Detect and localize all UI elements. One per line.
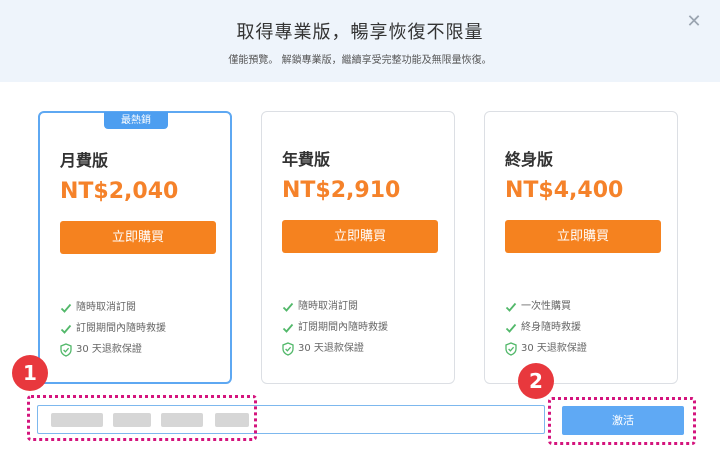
plan-card-yearly: 年費版 NT$2,910 立即購買 隨時取消訂閱 訂閱期間內隨時救援 30 天退… bbox=[261, 111, 455, 384]
feature-item: 訂閱期間內隨時救援 bbox=[282, 321, 388, 342]
plan-price: NT$2,910 bbox=[282, 178, 401, 203]
feature-label: 隨時取消訂閱 bbox=[76, 302, 136, 313]
feature-item: 30 天退款保證 bbox=[60, 343, 166, 364]
plan-name: 終身版 bbox=[505, 150, 554, 169]
step-marker-1: 1 bbox=[12, 355, 48, 391]
feature-label: 訂閱期間內隨時救援 bbox=[298, 322, 388, 333]
shield-check-icon bbox=[505, 342, 517, 356]
feature-label: 隨時取消訂閱 bbox=[298, 301, 358, 312]
feature-label: 30 天退款保證 bbox=[521, 343, 587, 354]
check-icon bbox=[505, 323, 517, 333]
feature-item: 30 天退款保證 bbox=[505, 342, 587, 363]
feature-item: 30 天退款保證 bbox=[282, 342, 388, 363]
dialog-title: 取得專業版，暢享恢復不限量 bbox=[236, 22, 484, 43]
feature-list: 隨時取消訂閱 訂閱期間內隨時救援 30 天退款保證 bbox=[60, 301, 166, 364]
feature-item: 隨時取消訂閱 bbox=[60, 301, 166, 322]
dialog-header: 取得專業版，暢享恢復不限量 僅能預覽。 解鎖專業版，繼續享受完整功能及無限量恢復… bbox=[0, 0, 720, 82]
check-icon bbox=[282, 323, 294, 333]
plan-name: 月費版 bbox=[60, 151, 109, 170]
activate-button[interactable]: 激活 bbox=[562, 406, 684, 435]
feature-label: 30 天退款保證 bbox=[76, 344, 142, 355]
shield-check-icon bbox=[282, 342, 294, 356]
check-icon bbox=[282, 302, 294, 312]
license-key-input[interactable] bbox=[37, 405, 545, 434]
check-icon bbox=[505, 302, 517, 312]
step-marker-2: 2 bbox=[518, 363, 554, 399]
feature-list: 隨時取消訂閱 訂閱期間內隨時救援 30 天退款保證 bbox=[282, 300, 388, 363]
feature-item: 一次性購買 bbox=[505, 300, 587, 321]
buy-now-button[interactable]: 立即購買 bbox=[282, 220, 438, 253]
feature-item: 訂閱期間內隨時救援 bbox=[60, 322, 166, 343]
feature-list: 一次性購買 終身隨時救援 30 天退款保證 bbox=[505, 300, 587, 363]
feature-label: 終身隨時救援 bbox=[521, 322, 581, 333]
check-icon bbox=[60, 324, 72, 334]
dialog-subtitle: 僅能預覽。 解鎖專業版，繼續享受完整功能及無限量恢復。 bbox=[228, 55, 492, 66]
plan-name: 年費版 bbox=[282, 150, 331, 169]
feature-label: 訂閱期間內隨時救援 bbox=[76, 323, 166, 334]
feature-label: 一次性購買 bbox=[521, 301, 571, 312]
check-icon bbox=[60, 303, 72, 313]
plan-card-monthly: 最熱銷 月費版 NT$2,040 立即購買 隨時取消訂閱 訂閱期間內隨時救援 3… bbox=[38, 111, 232, 384]
plan-price: NT$4,400 bbox=[505, 178, 624, 203]
best-seller-badge: 最熱銷 bbox=[104, 112, 168, 129]
buy-now-button[interactable]: 立即購買 bbox=[60, 221, 216, 254]
close-icon[interactable]: ✕ bbox=[684, 12, 704, 32]
feature-item: 終身隨時救援 bbox=[505, 321, 587, 342]
shield-check-icon bbox=[60, 343, 72, 357]
feature-label: 30 天退款保證 bbox=[298, 343, 364, 354]
feature-item: 隨時取消訂閱 bbox=[282, 300, 388, 321]
plan-price: NT$2,040 bbox=[60, 179, 179, 204]
plan-card-lifetime: 終身版 NT$4,400 立即購買 一次性購買 終身隨時救援 30 天退款保證 bbox=[484, 111, 678, 384]
buy-now-button[interactable]: 立即購買 bbox=[505, 220, 661, 253]
